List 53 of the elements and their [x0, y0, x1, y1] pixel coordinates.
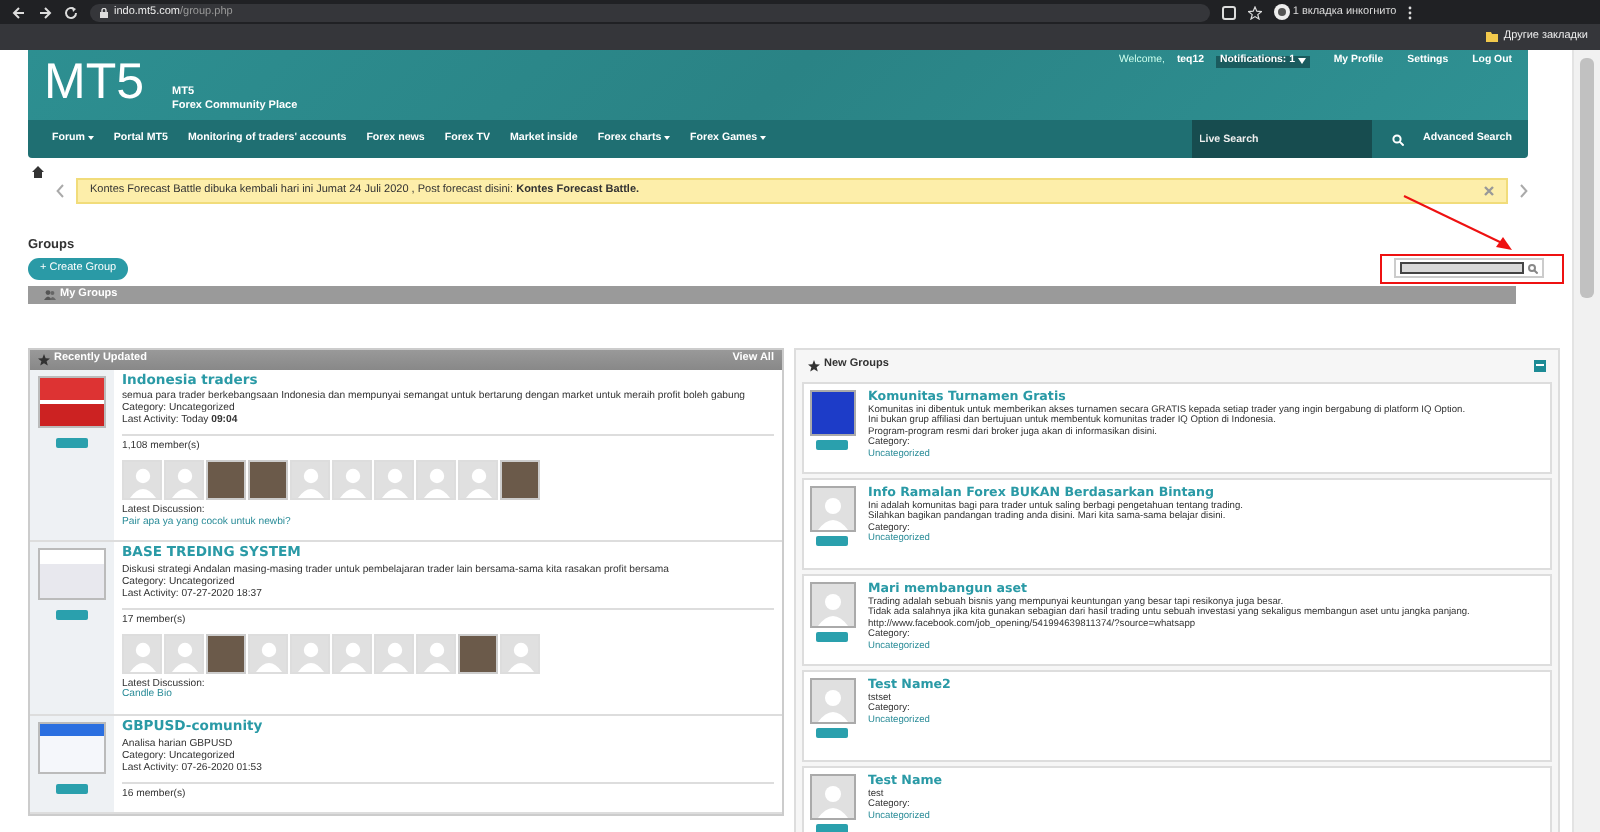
people-icon [44, 289, 56, 300]
avatar-silhouette-icon [377, 463, 411, 498]
group-search-field[interactable] [1394, 258, 1544, 279]
site-logo[interactable]: MT5 [44, 50, 144, 120]
avatar-silhouette-icon [503, 637, 537, 672]
join-button[interactable] [816, 535, 848, 546]
star-icon [38, 353, 50, 366]
folder-icon [1485, 32, 1498, 42]
join-button[interactable] [816, 439, 848, 450]
avatar-silhouette-icon [293, 463, 327, 498]
star-icon [808, 359, 820, 372]
back-icon[interactable] [12, 5, 26, 19]
avatar-silhouette-icon [251, 637, 285, 672]
caret-icon [1297, 58, 1306, 65]
avatar-silhouette-icon [293, 637, 327, 672]
photo-placeholder [38, 375, 106, 428]
avatar-silhouette-icon [125, 637, 159, 672]
incognito-icon[interactable] [1274, 4, 1290, 20]
join-button[interactable] [816, 631, 848, 642]
join-button[interactable] [56, 784, 88, 795]
photo-placeholder [38, 722, 106, 775]
avatar-silhouette-icon [335, 637, 369, 672]
photo-placeholder[interactable] [458, 633, 498, 674]
join-button[interactable] [816, 823, 848, 832]
join-button[interactable] [56, 610, 88, 621]
avatar-silhouette-icon [419, 637, 453, 672]
avatar-silhouette-icon [377, 637, 411, 672]
collapse-button[interactable] [1534, 359, 1546, 372]
avatar-silhouette-icon [419, 463, 453, 498]
lock-icon [100, 7, 108, 17]
annotation-arrow [1400, 194, 1516, 254]
avatar-silhouette-icon [167, 637, 201, 672]
more-icon[interactable] [1408, 5, 1413, 19]
photo-placeholder [38, 548, 106, 601]
photo-placeholder[interactable] [248, 459, 288, 500]
avatar-silhouette-icon [461, 463, 495, 498]
join-button[interactable] [56, 437, 88, 448]
avatar-silhouette-icon [335, 463, 369, 498]
reload-icon[interactable] [64, 5, 78, 19]
avatar-silhouette-icon [125, 463, 159, 498]
join-button[interactable] [816, 727, 848, 738]
photo-placeholder[interactable] [206, 459, 246, 500]
photo-placeholder [809, 389, 855, 436]
photo-placeholder[interactable] [500, 459, 540, 500]
avatar-silhouette-icon [167, 463, 201, 498]
star-icon[interactable] [1248, 5, 1262, 19]
forward-icon[interactable] [38, 5, 52, 19]
scrollbar-thumb[interactable] [1580, 58, 1594, 298]
photo-placeholder[interactable] [206, 633, 246, 674]
scrollbar[interactable] [1572, 50, 1600, 832]
search-icon[interactable] [1528, 263, 1538, 274]
close-icon[interactable] [1484, 186, 1494, 196]
home-icon[interactable] [32, 166, 44, 178]
